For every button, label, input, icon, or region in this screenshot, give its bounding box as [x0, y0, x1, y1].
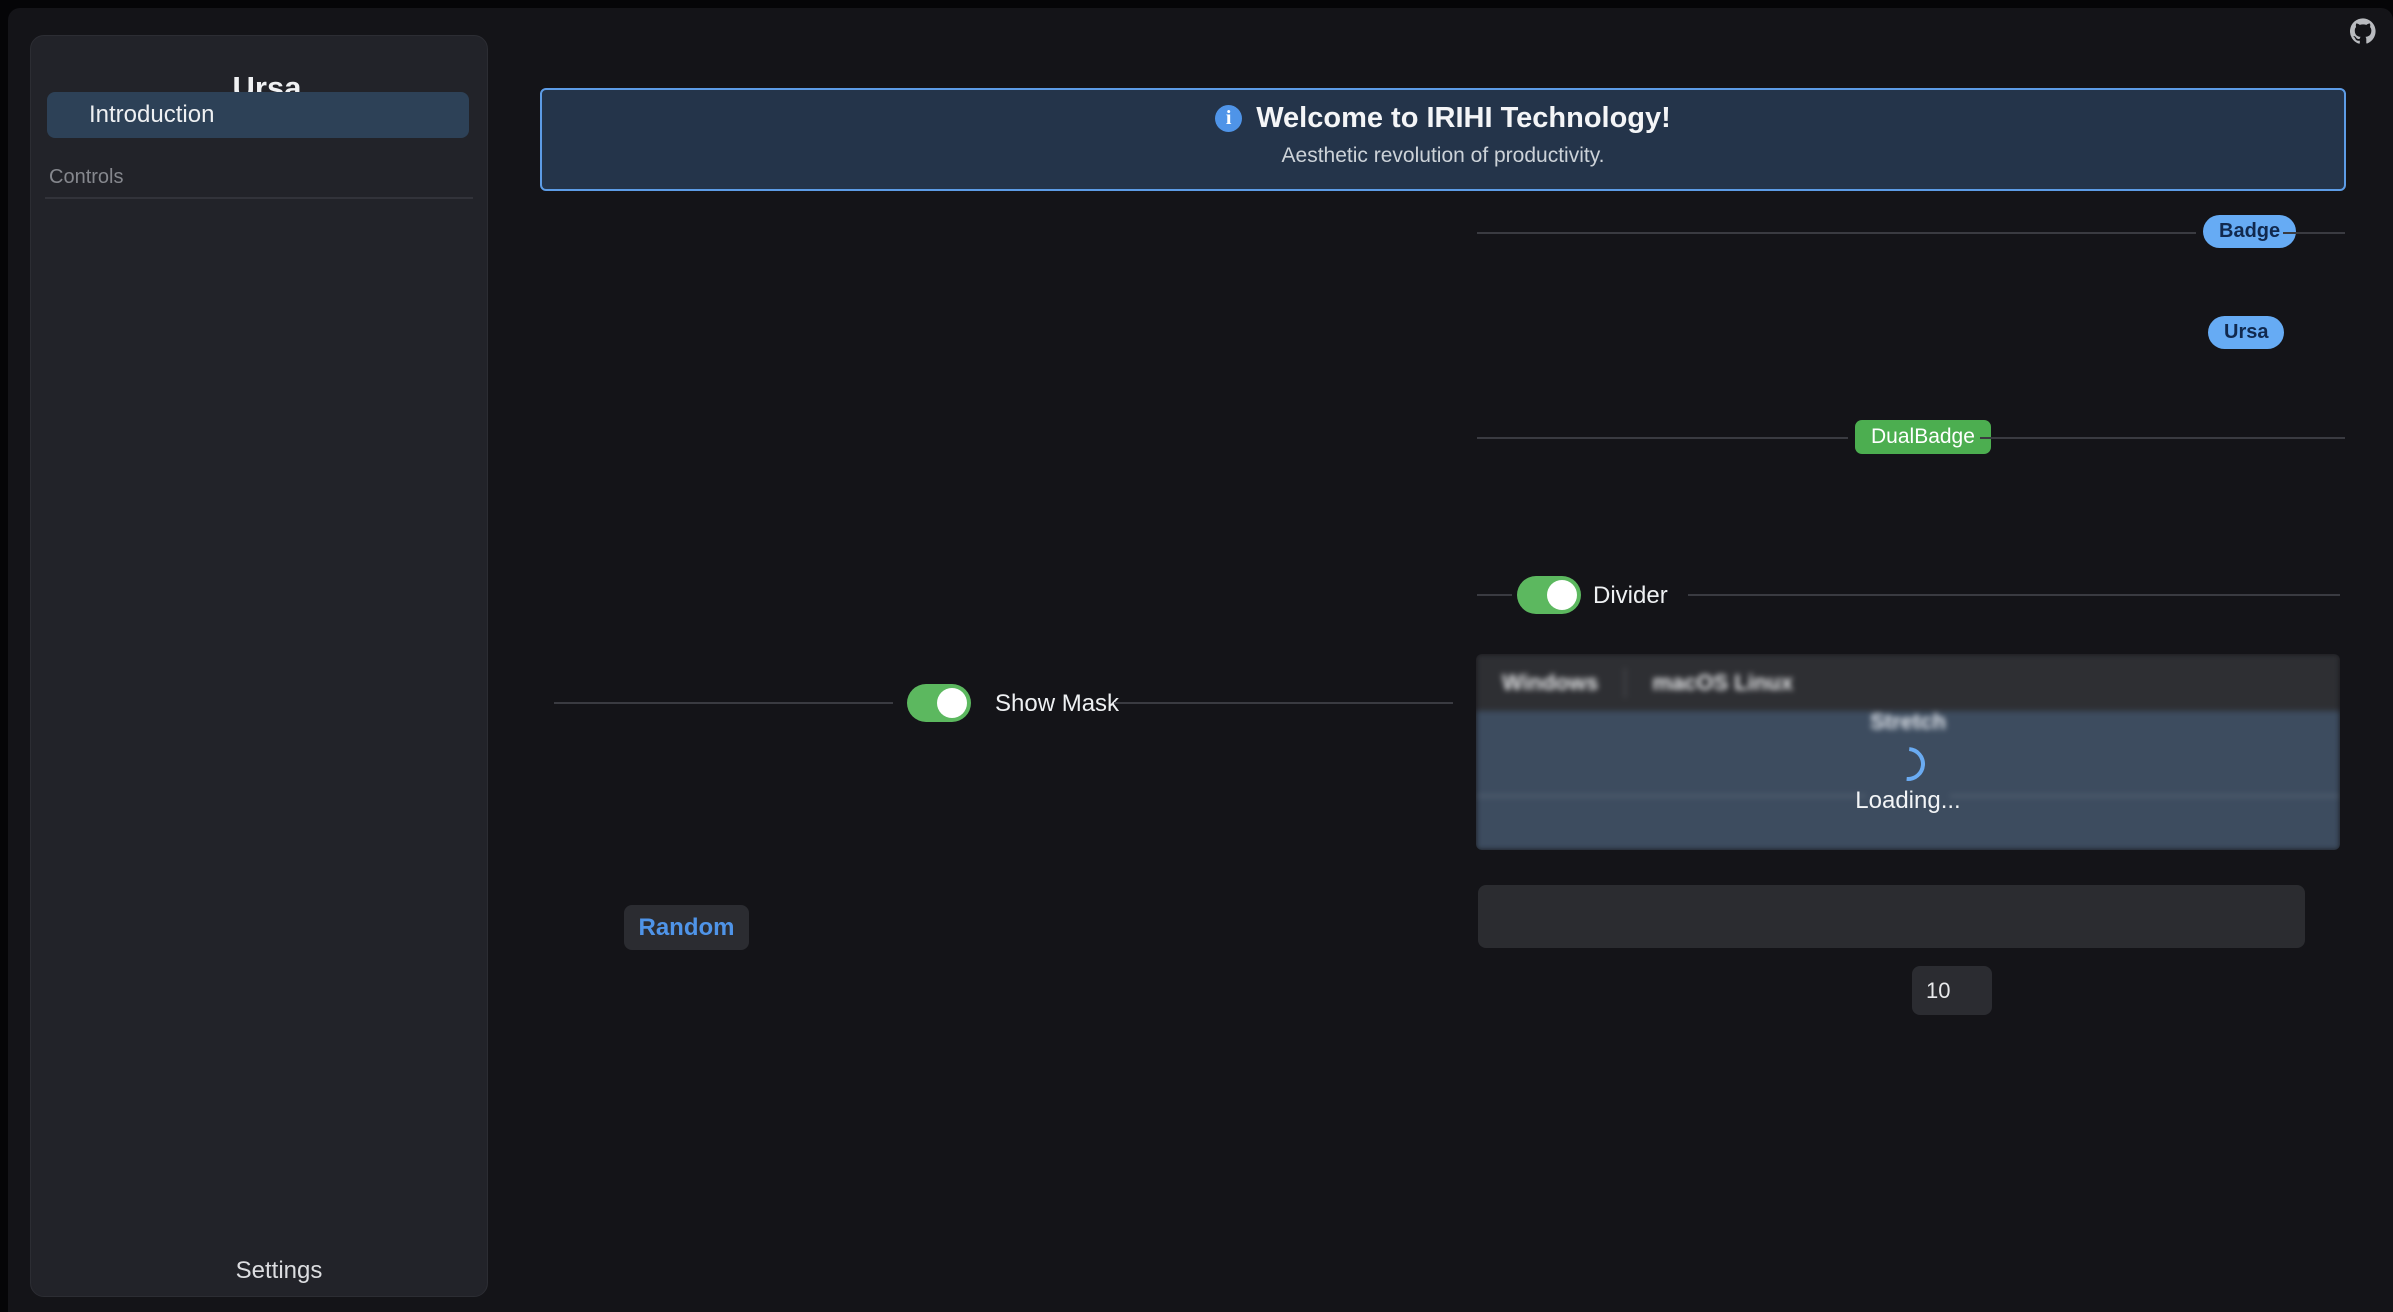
divider	[1477, 232, 2196, 234]
banner-title: Welcome to IRIHI Technology!	[1256, 102, 1671, 135]
page-size-select[interactable]: 10	[1912, 966, 1992, 1015]
toggle-knob	[1547, 580, 1577, 610]
sidebar-item-introduction[interactable]: Introduction	[47, 92, 469, 138]
divider-label: Divider	[1593, 582, 1668, 610]
window-controls	[2350, 14, 2376, 48]
sidebar-item-label: Introduction	[89, 101, 214, 129]
show-mask-label: Show Mask	[995, 690, 1119, 718]
loading-overlay: Loading...	[1476, 711, 2340, 850]
random-button[interactable]: Random	[624, 905, 749, 950]
show-mask-toggle[interactable]	[907, 684, 971, 722]
tab-windows[interactable]: Windows	[1476, 670, 1624, 696]
settings-button[interactable]: Settings	[32, 1248, 486, 1294]
sidebar: Ursa Introduction Controls Settings	[30, 35, 488, 1297]
info-icon: i	[1215, 105, 1242, 132]
divider	[1980, 437, 2345, 439]
app-window: Ursa Introduction Controls Settings i We…	[8, 8, 2393, 1312]
divider	[2283, 232, 2345, 234]
divider	[1114, 702, 1453, 704]
text-input[interactable]	[1478, 885, 2305, 948]
divider	[1688, 594, 2340, 596]
divider	[1477, 437, 1848, 439]
divider-toggle[interactable]	[1517, 576, 1581, 614]
divider	[45, 197, 473, 199]
ursa-badge: Ursa	[2208, 316, 2284, 349]
divider	[1477, 594, 1512, 596]
banner-subtitle: Aesthetic revolution of productivity.	[542, 144, 2344, 168]
irihi-logo-image	[554, 198, 1453, 653]
loading-panel: Windows macOS Linux Stretch Loading...	[1476, 654, 2340, 850]
loading-text: Loading...	[1855, 787, 1960, 815]
divider	[554, 702, 893, 704]
tab-macos-linux[interactable]: macOS Linux	[1626, 670, 1819, 696]
dualbadge-section-label: DualBadge	[1855, 420, 1991, 454]
gear-icon	[196, 1258, 222, 1284]
toggle-knob	[937, 688, 967, 718]
screen: Ursa Introduction Controls Settings i We…	[0, 0, 2393, 1312]
tab-strip: Windows macOS Linux	[1476, 654, 2340, 711]
github-icon[interactable]	[2350, 18, 2376, 44]
welcome-banner: i Welcome to IRIHI Technology! Aesthetic…	[540, 88, 2346, 191]
sidebar-group-label: Controls	[49, 166, 123, 189]
dot-badge	[2305, 326, 2320, 341]
spinner-icon	[1884, 740, 1932, 788]
